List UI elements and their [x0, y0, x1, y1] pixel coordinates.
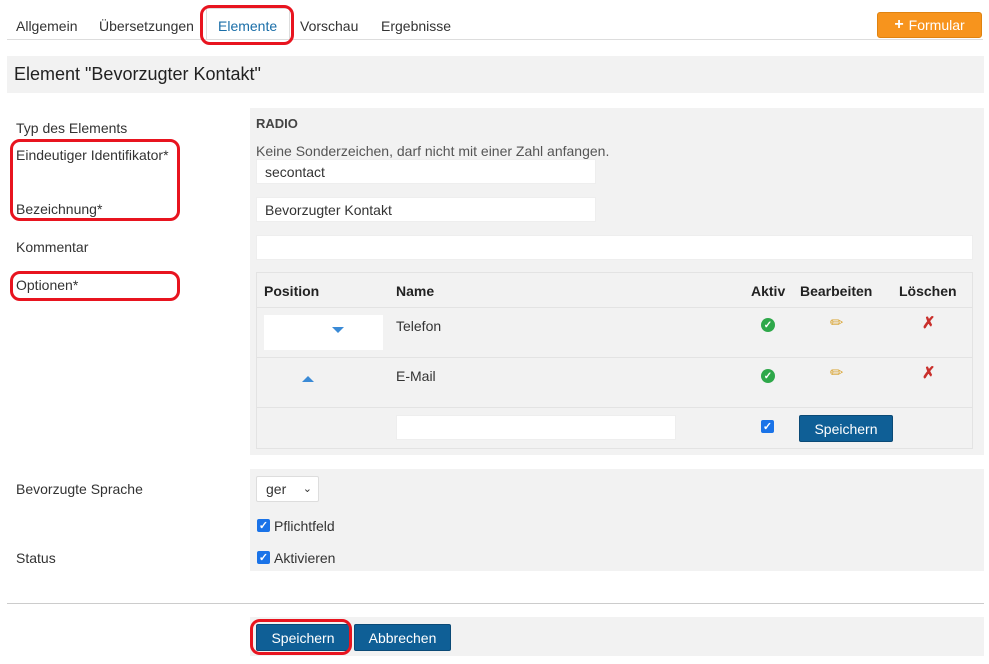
identifier-field[interactable]: secontact — [256, 159, 596, 184]
chevron-down-icon: ⌄ — [302, 483, 312, 495]
highlight-options — [10, 271, 180, 301]
header-position: Position — [264, 283, 320, 299]
header-active: Aktiv — [751, 283, 786, 299]
highlight-tab-elemente — [200, 5, 294, 45]
name-field[interactable]: Bevorzugter Kontakt — [256, 197, 596, 222]
label-comment: Kommentar — [16, 239, 89, 255]
new-option-name-input[interactable] — [396, 415, 676, 440]
language-select[interactable]: ger ⌄ — [256, 476, 319, 502]
header-edit: Bearbeiten — [800, 283, 873, 299]
save-option-button[interactable]: Speichern — [799, 415, 893, 442]
active-check-icon: ✓ — [761, 369, 775, 383]
table-divider — [257, 307, 972, 308]
label-language: Bevorzugte Sprache — [16, 481, 143, 497]
activate-checkbox[interactable]: ✓ — [257, 551, 270, 564]
tab-allgemein[interactable]: Allgemein — [16, 18, 77, 34]
tabs-divider — [7, 39, 983, 40]
table-divider — [257, 407, 972, 408]
new-option-active-checkbox[interactable]: ✓ — [761, 420, 774, 433]
tab-uebersetzungen[interactable]: Übersetzungen — [99, 18, 194, 34]
highlight-save-button — [250, 619, 352, 655]
add-formular-label: Formular — [908, 17, 965, 33]
header-delete: Löschen — [899, 283, 957, 299]
cancel-button[interactable]: Abbrechen — [354, 624, 451, 651]
plus-icon: + — [894, 16, 904, 33]
footer-divider — [7, 603, 984, 604]
header-name: Name — [396, 283, 435, 299]
tab-vorschau[interactable]: Vorschau — [300, 18, 358, 34]
option-name: Telefon — [396, 318, 442, 334]
add-formular-button[interactable]: + Formular — [877, 12, 982, 38]
language-select-value: ger — [266, 481, 287, 497]
identifier-hint: Keine Sonderzeichen, darf nicht mit eine… — [256, 143, 610, 159]
active-check-icon: ✓ — [761, 318, 775, 332]
highlight-identifier-name — [10, 139, 180, 221]
option-name: E-Mail — [396, 368, 436, 384]
label-status: Status — [16, 550, 56, 566]
activate-checkbox-label: Aktivieren — [274, 550, 336, 566]
delete-icon[interactable]: ✗ — [922, 313, 935, 333]
page-title: Element "Bevorzugter Kontakt" — [14, 64, 261, 84]
position-control — [264, 315, 383, 350]
move-up-icon[interactable] — [302, 376, 314, 382]
edit-pencil-icon[interactable]: ✏ — [830, 363, 843, 383]
tab-ergebnisse[interactable]: Ergebnisse — [381, 18, 451, 34]
required-checkbox-label: Pflichtfeld — [274, 518, 335, 534]
required-checkbox[interactable]: ✓ — [257, 519, 270, 532]
comment-field[interactable] — [256, 235, 973, 260]
element-type-value: RADIO — [256, 116, 298, 131]
edit-pencil-icon[interactable]: ✏ — [830, 313, 843, 333]
settings-panel — [250, 469, 984, 571]
delete-icon[interactable]: ✗ — [922, 363, 935, 383]
move-down-icon[interactable] — [332, 327, 344, 333]
table-divider — [257, 357, 972, 358]
label-type: Typ des Elements — [16, 120, 128, 136]
